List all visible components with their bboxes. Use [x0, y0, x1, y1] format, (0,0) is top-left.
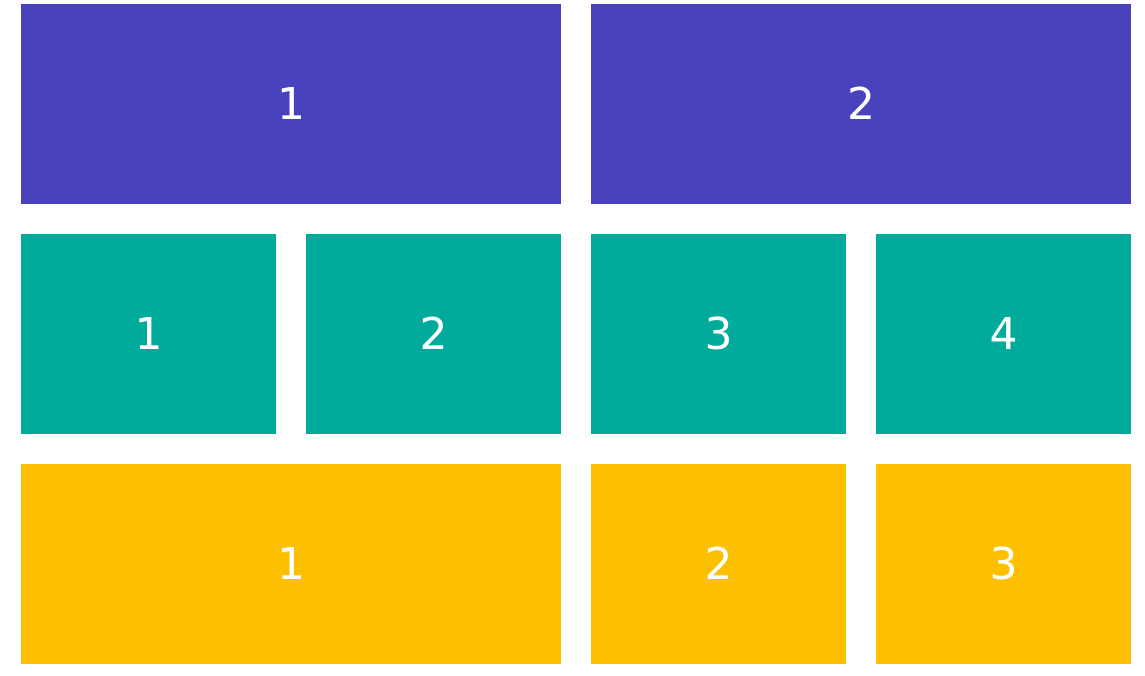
grid-cell: 1	[21, 464, 561, 664]
grid-cell: 2	[306, 234, 561, 434]
grid-cell: 1	[21, 234, 276, 434]
grid-cell: 4	[876, 234, 1131, 434]
grid-demo: 1 2 1 2 3 4 1 2 3	[0, 0, 1145, 676]
row-four-quarters: 1 2 3 4	[21, 234, 1131, 434]
grid-cell: 3	[876, 464, 1131, 664]
grid-cell: 2	[591, 4, 1131, 204]
row-two-halves: 1 2	[21, 4, 1131, 204]
grid-cell: 3	[591, 234, 846, 434]
grid-cell: 2	[591, 464, 846, 664]
row-half-two-quarters: 1 2 3	[21, 464, 1131, 664]
grid-cell: 1	[21, 4, 561, 204]
